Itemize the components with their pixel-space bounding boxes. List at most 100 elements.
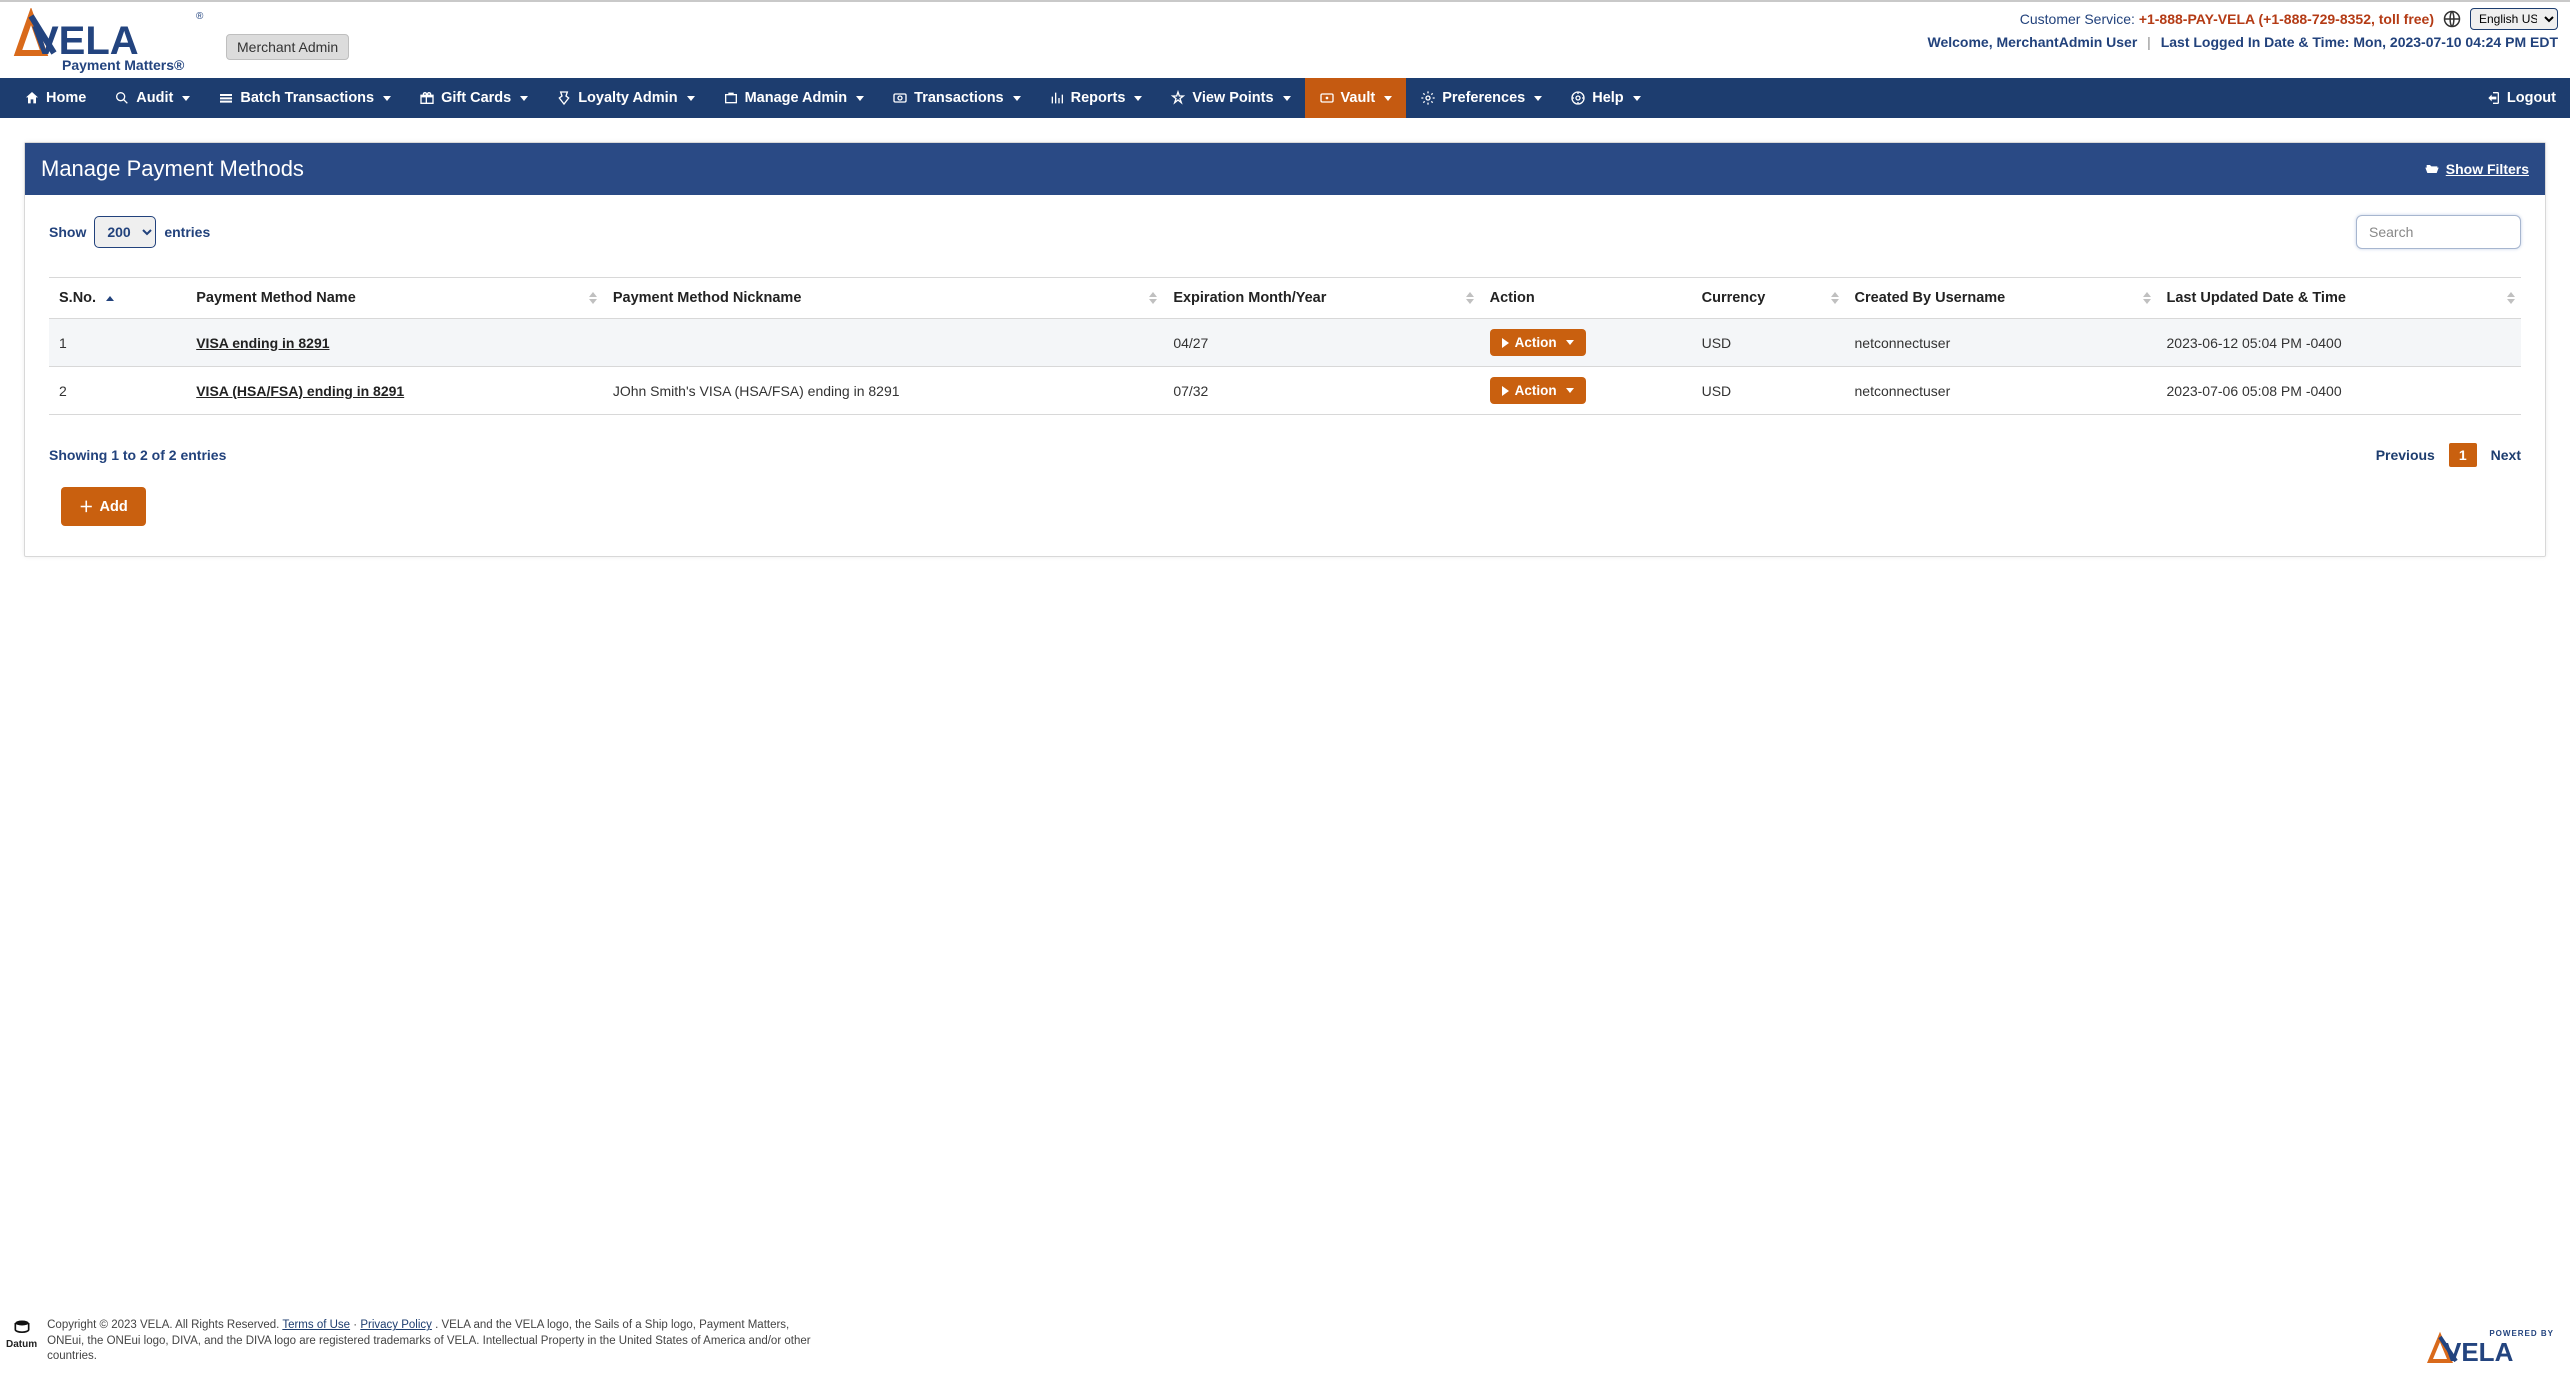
- play-icon: [1502, 338, 1509, 348]
- table-row: 1 VISA ending in 8291 04/27 Action USDnetcon…: [49, 319, 2521, 367]
- caret-down-icon: [1384, 96, 1392, 101]
- table-info: Showing 1 to 2 of 2 entries: [49, 447, 226, 463]
- nav-vault[interactable]: Vault: [1305, 78, 1407, 118]
- brand-logo[interactable]: VELA ® Payment Matters®: [8, 8, 208, 74]
- col-s-no-[interactable]: S.No.: [49, 278, 186, 319]
- nav-gift-cards[interactable]: Gift Cards: [405, 78, 542, 118]
- col-payment-method-nickname[interactable]: Payment Method Nickname: [603, 278, 1163, 319]
- col-created-by-username[interactable]: Created By Username: [1845, 278, 2157, 319]
- nav-icon: [419, 90, 435, 106]
- cell-nickname: [603, 319, 1163, 367]
- col-payment-method-name[interactable]: Payment Method Name: [186, 278, 603, 319]
- entries-selector: Show 200 entries: [49, 216, 210, 248]
- caret-down-icon: [1283, 96, 1291, 101]
- sort-icon: [1149, 292, 1157, 304]
- svg-text:Payment Matters®: Payment Matters®: [62, 57, 185, 73]
- payment-method-link[interactable]: VISA ending in 8291: [196, 335, 329, 351]
- top-bar: VELA ® Payment Matters® Merchant Admin C…: [0, 2, 2570, 78]
- nav-loyalty-admin[interactable]: Loyalty Admin: [542, 78, 708, 118]
- play-icon: [1502, 386, 1509, 396]
- caret-down-icon: [1566, 388, 1574, 393]
- role-badge: Merchant Admin: [226, 34, 349, 60]
- action-button[interactable]: Action: [1490, 377, 1586, 404]
- nav-transactions[interactable]: Transactions: [878, 78, 1034, 118]
- caret-down-icon: [383, 96, 391, 101]
- sort-icon: [2143, 292, 2151, 304]
- cell-createdby: netconnectuser: [1845, 367, 2157, 415]
- cell-createdby: netconnectuser: [1845, 319, 2157, 367]
- caret-down-icon: [520, 96, 528, 101]
- logout-icon: [2485, 90, 2501, 106]
- col-currency[interactable]: Currency: [1692, 278, 1845, 319]
- page-prev[interactable]: Previous: [2376, 447, 2435, 463]
- caret-down-icon: [687, 96, 695, 101]
- nav-help[interactable]: Help: [1556, 78, 1654, 118]
- caret-down-icon: [1534, 96, 1542, 101]
- search-input[interactable]: [2356, 215, 2521, 249]
- datum-logo: Datum: [6, 1318, 37, 1352]
- main-nav: HomeAuditBatch TransactionsGift CardsLoy…: [0, 78, 2570, 118]
- nav-preferences[interactable]: Preferences: [1406, 78, 1556, 118]
- folder-open-icon: [2424, 161, 2440, 177]
- nav-icon: [1049, 90, 1065, 106]
- nav-icon: [24, 90, 40, 106]
- nav-logout[interactable]: Logout: [2471, 78, 2570, 118]
- svg-text:®: ®: [196, 11, 204, 22]
- privacy-link[interactable]: Privacy Policy: [360, 1319, 432, 1331]
- nav-audit[interactable]: Audit: [100, 78, 204, 118]
- nav-icon: [1570, 90, 1586, 106]
- show-filters-link[interactable]: Show Filters: [2424, 161, 2529, 177]
- nav-icon: [723, 90, 739, 106]
- caret-down-icon: [1633, 96, 1641, 101]
- nav-icon: [1420, 90, 1436, 106]
- col-action[interactable]: Action: [1480, 278, 1692, 319]
- caret-down-icon: [856, 96, 864, 101]
- nav-icon: [556, 90, 572, 106]
- payment-methods-table: S.No. Payment Method NamePayment Method …: [49, 277, 2521, 415]
- cell-currency: USD: [1692, 319, 1845, 367]
- nav-icon: [1319, 90, 1335, 106]
- globe-icon: [2442, 9, 2462, 29]
- cell-exp: 04/27: [1163, 319, 1479, 367]
- page-current[interactable]: 1: [2449, 443, 2477, 467]
- page-next[interactable]: Next: [2491, 447, 2521, 463]
- footer-text: Copyright © 2023 VELA. All Rights Reserv…: [47, 1318, 826, 1365]
- add-button[interactable]: ＋ Add: [61, 487, 146, 526]
- language-select[interactable]: English US: [2470, 8, 2558, 30]
- nav-manage-admin[interactable]: Manage Admin: [709, 78, 879, 118]
- page-title: Manage Payment Methods: [41, 156, 304, 182]
- customer-service-text: Customer Service: +1-888-PAY-VELA (+1-88…: [2020, 11, 2434, 27]
- svg-text:VELA: VELA: [2444, 1337, 2514, 1365]
- nav-batch-transactions[interactable]: Batch Transactions: [204, 78, 405, 118]
- action-button[interactable]: Action: [1490, 329, 1586, 356]
- cell-currency: USD: [1692, 367, 1845, 415]
- payment-method-link[interactable]: VISA (HSA/FSA) ending in 8291: [196, 383, 404, 399]
- sort-icon: [1466, 292, 1474, 304]
- table-row: 2 VISA (HSA/FSA) ending in 8291 JOhn Smith…: [49, 367, 2521, 415]
- caret-down-icon: [1013, 96, 1021, 101]
- page-footer: Datum Copyright © 2023 VELA. All Rights …: [0, 1308, 2570, 1375]
- cell-sno: 2: [49, 367, 186, 415]
- col-last-updated-date-time[interactable]: Last Updated Date & Time: [2157, 278, 2522, 319]
- pagination: Previous 1 Next: [2376, 443, 2521, 467]
- nav-home[interactable]: Home: [10, 78, 100, 118]
- nav-view-points[interactable]: View Points: [1156, 78, 1304, 118]
- caret-down-icon: [182, 96, 190, 101]
- entries-select[interactable]: 200: [94, 216, 156, 248]
- powered-by: POWERED BY VELA: [2426, 1327, 2556, 1365]
- plus-icon: ＋: [79, 496, 94, 517]
- cell-exp: 07/32: [1163, 367, 1479, 415]
- caret-down-icon: [1134, 96, 1142, 101]
- manage-payment-methods-panel: Manage Payment Methods Show Filters Show…: [24, 142, 2546, 557]
- cell-nickname: JOhn Smith's VISA (HSA/FSA) ending in 82…: [603, 367, 1163, 415]
- terms-link[interactable]: Terms of Use: [282, 1319, 350, 1331]
- nav-reports[interactable]: Reports: [1035, 78, 1157, 118]
- cell-sno: 1: [49, 319, 186, 367]
- col-expiration-month-year[interactable]: Expiration Month/Year: [1163, 278, 1479, 319]
- cell-updated: 2023-06-12 05:04 PM -0400: [2157, 319, 2522, 367]
- nav-icon: [218, 90, 234, 106]
- sort-icon: [2507, 292, 2515, 304]
- sort-icon: [1831, 292, 1839, 304]
- last-login-text: Last Logged In Date & Time: Mon, 2023-07…: [2161, 34, 2558, 50]
- nav-icon: [1170, 90, 1186, 106]
